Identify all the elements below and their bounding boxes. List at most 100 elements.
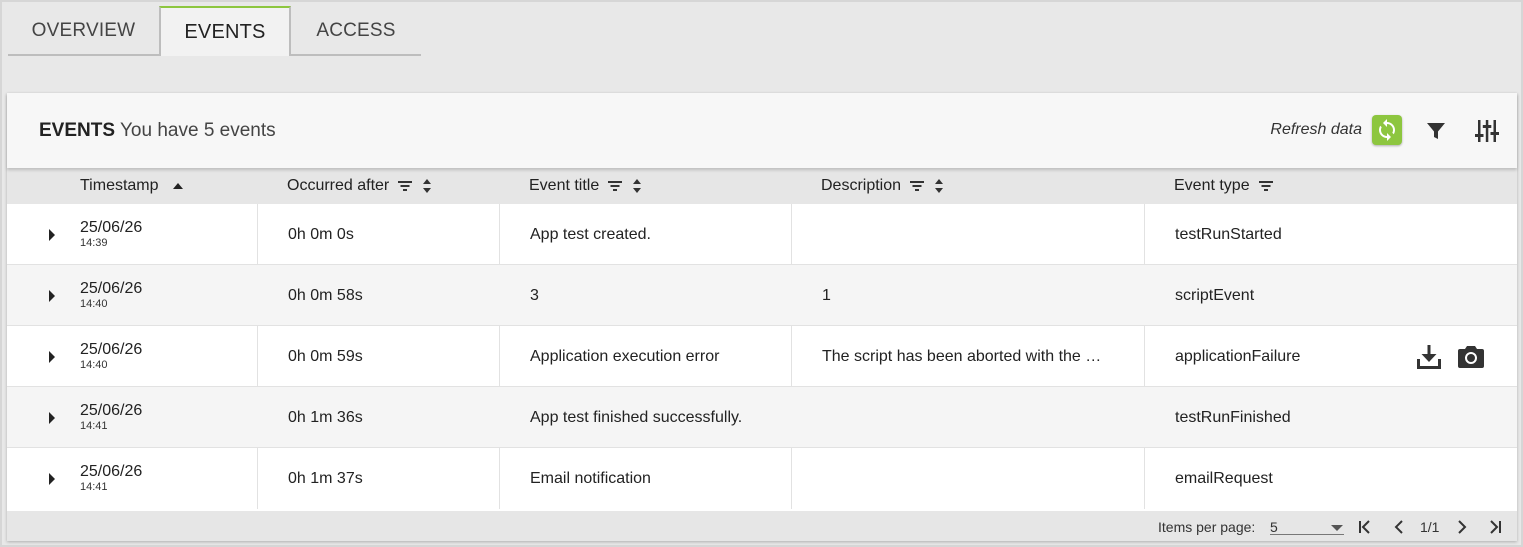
table-row[interactable]: 25/06/26 14:40 0h 0m 59s Application exe… [7,326,1517,387]
column-divider [257,448,258,509]
event-title-cell: Email notification [530,469,651,487]
occurred-after-cell: 0h 0m 58s [288,286,363,304]
download-icon[interactable] [1415,343,1443,371]
chevron-down-icon [1331,525,1343,531]
column-filter-icon[interactable] [1258,179,1274,193]
refresh-icon [1379,119,1395,141]
column-divider [499,326,500,387]
column-filter-icon[interactable] [607,179,623,193]
column-settings-button[interactable] [1473,117,1501,145]
caret-right-icon [49,289,55,302]
col-occurred-label: Occurred after [287,177,390,194]
event-type-cell: applicationFailure [1175,347,1301,365]
description-cell: 1 [822,286,831,304]
tab-events[interactable]: EVENTS [159,6,291,56]
first-page-icon [1359,520,1370,534]
column-divider [791,326,792,387]
tab-overview[interactable]: OVERVIEW [8,8,159,56]
page-info: 1/1 [1420,519,1440,535]
table-row[interactable]: 25/06/26 14:39 0h 0m 0s App test created… [7,204,1517,265]
col-event-type[interactable]: Event type [1174,177,1274,195]
timestamp-cell: 25/06/26 14:40 [80,265,142,326]
col-occurred-after[interactable]: Occurred after [287,177,433,195]
expand-row-button[interactable] [45,265,59,326]
last-page-icon [1490,520,1501,534]
event-type-cell: testRunStarted [1175,225,1282,243]
event-time: 14:40 [80,359,108,371]
event-type-cell: emailRequest [1175,469,1273,487]
timestamp-cell: 25/06/26 14:40 [80,326,142,387]
filter-button[interactable] [1422,117,1450,145]
table-row[interactable]: 25/06/26 14:40 0h 0m 58s 3 1 scriptEvent [7,265,1517,326]
refresh-label: Refresh data [1270,121,1362,138]
sort-icon[interactable] [421,178,433,194]
filter-icon [1427,123,1445,139]
tune-icon [1475,120,1499,142]
expand-row-button[interactable] [45,448,59,509]
column-divider [499,204,500,265]
chevron-right-icon [1458,520,1467,534]
occurred-after-cell: 0h 1m 36s [288,408,363,426]
column-divider [257,326,258,387]
caret-right-icon [49,472,55,485]
column-divider [1144,204,1145,265]
first-page-button[interactable] [1357,518,1373,536]
items-per-page-select[interactable]: 5 [1270,519,1344,535]
timestamp-cell: 25/06/26 14:41 [80,448,142,509]
column-divider [791,204,792,265]
occurred-after-cell: 0h 0m 0s [288,225,354,243]
tab-access[interactable]: ACCESS [291,8,421,56]
col-description[interactable]: Description [821,177,945,195]
timestamp-cell: 25/06/26 14:39 [80,204,142,265]
column-filter-icon[interactable] [909,179,925,193]
table-row[interactable]: 25/06/26 14:41 0h 1m 37s Email notificat… [7,448,1517,509]
items-per-page-label: Items per page: [1158,519,1256,535]
next-page-button[interactable] [1455,518,1469,536]
event-date: 25/06/26 [80,280,143,297]
column-divider [1144,448,1145,509]
screenshot-camera-icon[interactable] [1457,343,1485,371]
occurred-after-cell: 0h 0m 59s [288,347,363,365]
table-header: Timestamp Occurred after Event title Des… [7,168,1517,204]
expand-row-button[interactable] [45,204,59,265]
column-divider [499,448,500,509]
col-timestamp[interactable]: Timestamp [80,177,185,195]
sort-ascending-icon[interactable] [171,179,185,193]
card-title: EVENTS [39,120,116,141]
event-time: 14:40 [80,298,108,310]
event-date: 25/06/26 [80,341,143,358]
event-title-cell: 3 [530,286,539,304]
occurred-after-cell: 0h 1m 37s [288,469,363,487]
col-title-label: Event title [529,177,600,194]
column-filter-icon[interactable] [397,179,413,193]
event-title-cell: App test created. [530,225,651,243]
sort-icon[interactable] [631,178,643,194]
event-time: 14:39 [80,237,108,249]
expand-row-button[interactable] [45,387,59,448]
event-date: 25/06/26 [80,219,143,236]
col-event-title[interactable]: Event title [529,177,643,195]
col-description-label: Description [821,177,902,194]
events-card: EVENTS You have 5 events Refresh data Ti… [7,93,1517,541]
description-cell: The script has been aborted with the … [822,347,1102,365]
items-per-page-value: 5 [1270,519,1278,535]
column-divider [257,204,258,265]
caret-right-icon [49,228,55,241]
expand-row-button[interactable] [45,326,59,387]
previous-page-button[interactable] [1392,518,1406,536]
event-date: 25/06/26 [80,402,143,419]
card-header: EVENTS You have 5 events Refresh data [7,93,1517,168]
column-divider [791,448,792,509]
table-row[interactable]: 25/06/26 14:41 0h 1m 36s App test finish… [7,387,1517,448]
row-actions [1415,343,1485,371]
refresh-button[interactable] [1372,115,1402,145]
last-page-button[interactable] [1487,518,1503,536]
event-type-cell: testRunFinished [1175,408,1291,426]
event-date: 25/06/26 [80,463,143,480]
caret-right-icon [49,411,55,424]
sort-icon[interactable] [933,178,945,194]
column-divider [1144,326,1145,387]
event-title-cell: App test finished successfully. [530,408,743,426]
chevron-left-icon [1394,520,1403,534]
event-time: 14:41 [80,420,108,432]
